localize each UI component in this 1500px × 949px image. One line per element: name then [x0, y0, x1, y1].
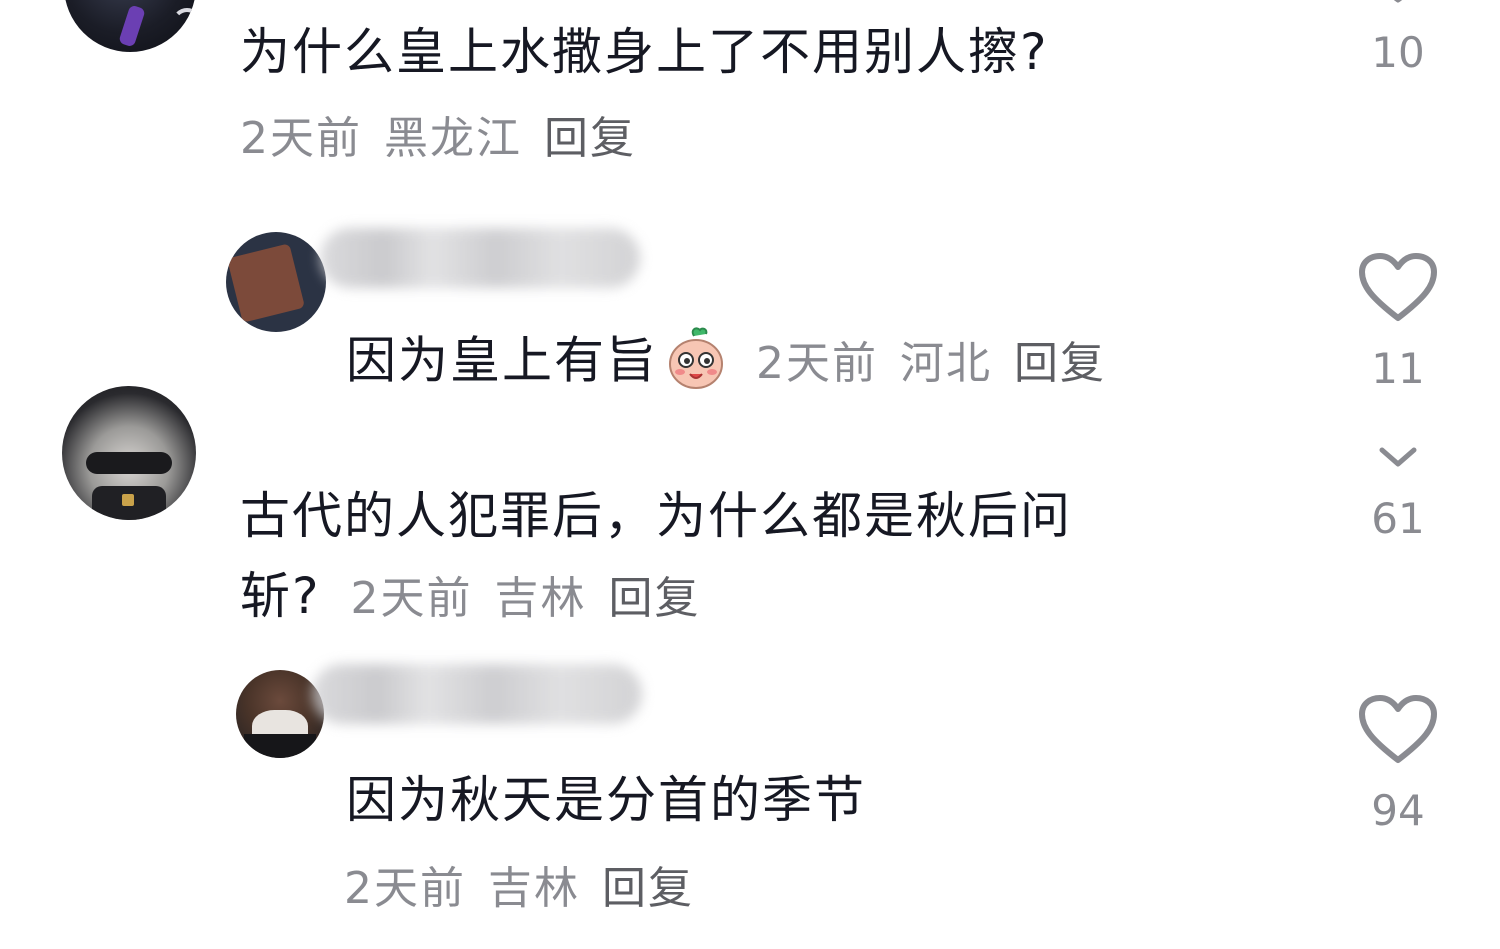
reply-button[interactable]: 回复 — [602, 863, 694, 914]
comment-text: 古代的人犯罪后，为什么都是秋后问 — [240, 487, 1072, 545]
like-count: 61 — [1371, 494, 1425, 543]
comment-time: 2天前 — [240, 113, 362, 164]
commenter-avatar[interactable] — [64, 0, 196, 52]
comment-time: 2天前 — [756, 337, 878, 389]
heart-icon[interactable] — [1358, 694, 1438, 766]
reply-button[interactable]: 回复 — [1014, 338, 1106, 389]
like-count: 10 — [1371, 28, 1425, 77]
comment-text: 因为皇上有旨 — [346, 331, 658, 390]
comment-meta: 2天前 吉林 回复 — [344, 864, 694, 914]
avatar-decoration — [118, 4, 146, 48]
chevron-down-icon[interactable] — [1378, 0, 1418, 6]
like-count: 11 — [1371, 344, 1425, 393]
reply-text-row: 因为皇上有旨 2天前 河北 回复 — [346, 327, 1106, 398]
blushing-peach-emoji-icon — [669, 327, 723, 389]
avatar-decoration — [122, 494, 134, 506]
comment-text: 因为秋天是分首的季节 — [346, 771, 866, 829]
chevron-down-icon[interactable] — [1378, 446, 1418, 470]
comment-text-continued: 斩? 2天前 吉林 回复 — [240, 566, 701, 626]
comment-location: 吉林 — [494, 573, 587, 624]
avatar-decoration — [244, 734, 316, 758]
comment-location: 吉林 — [488, 863, 580, 914]
like-count: 94 — [1371, 786, 1425, 835]
comment-time: 2天前 — [350, 573, 473, 624]
comment-text-line2: 斩? — [240, 567, 321, 625]
avatar-decoration — [86, 452, 172, 474]
comment-location: 黑龙江 — [384, 113, 522, 164]
comment-text: 为什么皇上水撒身上了不用别人擦? — [240, 23, 1049, 81]
comment-meta: 2天前 黑龙江 回复 — [240, 114, 636, 164]
commenter-avatar[interactable] — [62, 386, 196, 520]
avatar-decoration — [172, 8, 196, 38]
reply-avatar[interactable] — [226, 232, 326, 332]
reply-avatar[interactable] — [236, 670, 324, 758]
avatar-decoration — [226, 243, 306, 323]
blurred-username[interactable] — [320, 228, 640, 288]
blurred-username[interactable] — [312, 664, 642, 724]
reply-button[interactable]: 回复 — [544, 113, 636, 164]
heart-icon[interactable] — [1358, 252, 1438, 324]
comment-time: 2天前 — [344, 863, 466, 914]
comment-location: 河北 — [900, 337, 992, 389]
reply-button[interactable]: 回复 — [609, 573, 701, 624]
